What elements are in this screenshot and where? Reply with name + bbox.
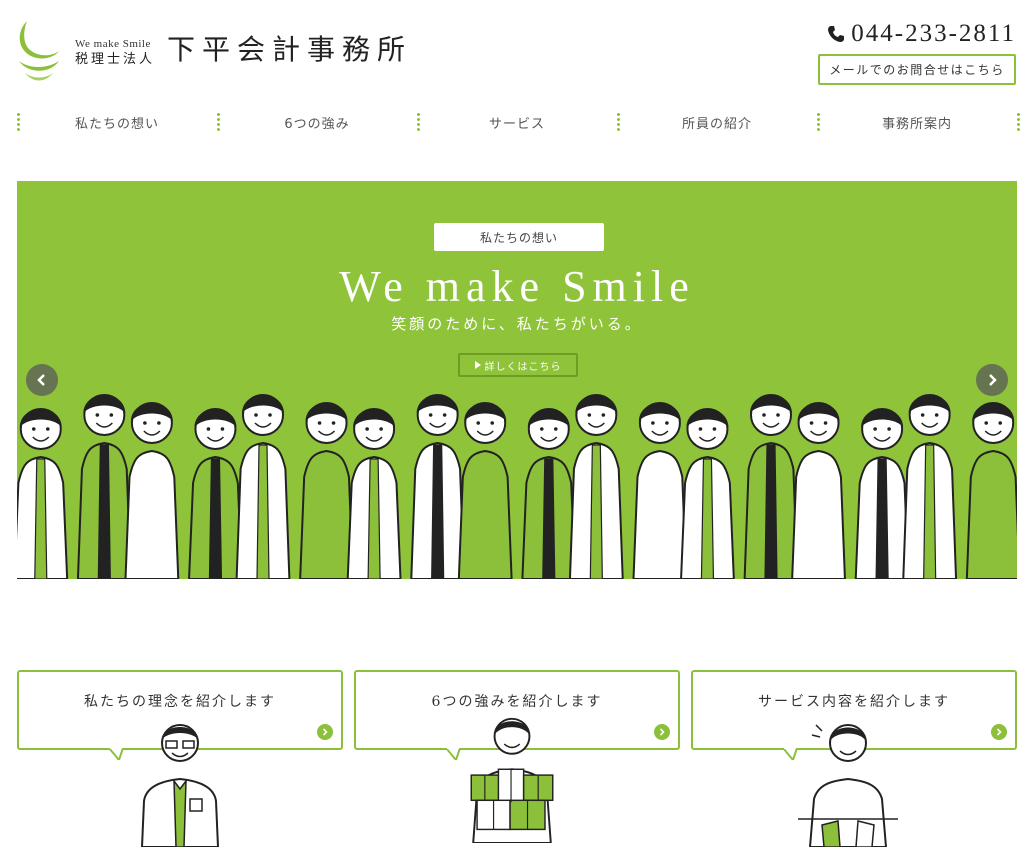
person-with-gifts-illustration — [470, 717, 554, 843]
staff-person — [632, 402, 688, 579]
logo-corp-type: 税理士法人 — [75, 51, 156, 66]
logo-name: 下平会計事務所 — [167, 35, 413, 66]
mail-contact-button[interactable]: メールでのお問合せはこちら — [818, 54, 1016, 85]
nav-item-philosophy[interactable]: 私たちの想い — [17, 108, 217, 136]
speech-tail — [109, 748, 124, 760]
person-with-documents-illustration — [798, 724, 898, 847]
card-title: サービス内容を紹介します — [758, 694, 950, 710]
staff-person — [457, 402, 513, 579]
card-title: 私たちの理念を紹介します — [84, 694, 276, 710]
staff-person — [854, 408, 910, 579]
staff-person — [410, 394, 466, 579]
staff-person — [743, 394, 799, 579]
nav-separator — [17, 112, 20, 132]
hero-slider: 私たちの想い We make Smile 笑顔のために、私たちがいる。 詳しくは… — [17, 181, 1017, 579]
site-logo[interactable]: We make Smile 税理士法人 下平会計事務所 — [15, 17, 412, 85]
man-with-tie-illustration — [140, 724, 220, 847]
nav-item-strengths[interactable]: 6つの強み — [217, 108, 417, 136]
staff-person — [76, 394, 132, 579]
nav-item-label: 事務所案内 — [881, 116, 952, 132]
nav-item-label: サービス — [488, 116, 545, 132]
phone-number-text: 044-233-2811 — [851, 20, 1016, 47]
nav-item-label: 私たちの想い — [74, 116, 159, 132]
hero-detail-label: 詳しくはこちら — [484, 361, 562, 373]
staff-person — [346, 408, 402, 579]
nav-item-label: 所員の紹介 — [681, 116, 752, 132]
nav-item-staff[interactable]: 所員の紹介 — [617, 108, 817, 136]
nav-separator — [417, 112, 420, 132]
chevron-right-circle-icon — [991, 724, 1007, 740]
chevron-left-icon — [37, 374, 45, 386]
staff-person — [568, 394, 624, 579]
staff-person — [902, 394, 958, 579]
nav-separator — [617, 112, 620, 132]
nav-item-services[interactable]: サービス — [417, 108, 617, 136]
staff-illustration — [17, 394, 1017, 579]
play-triangle-icon — [474, 361, 481, 369]
staff-person — [188, 408, 243, 579]
chevron-right-circle-icon — [654, 724, 670, 740]
staff-person — [521, 408, 577, 579]
staff-person — [965, 402, 1017, 579]
hero-subtitle: 笑顔のために、私たちがいる。 — [391, 315, 643, 333]
hero-detail-button[interactable]: 詳しくはこちら — [458, 353, 578, 377]
nav-separator — [817, 112, 820, 132]
logo-mark-icon — [19, 21, 59, 81]
nav-item-label: 6つの強み — [284, 116, 350, 132]
hero-badge: 私たちの想い — [434, 223, 604, 251]
nav-item-office[interactable]: 事務所案内 — [817, 108, 1020, 136]
chevron-right-circle-icon — [317, 724, 333, 740]
card-title: 6つの強みを紹介します — [431, 694, 603, 710]
logo-tagline: We make Smile — [75, 38, 151, 50]
phone-icon — [828, 26, 845, 42]
staff-person — [299, 402, 354, 579]
chevron-right-icon — [989, 374, 997, 386]
staff-person — [124, 402, 180, 579]
phone-number[interactable]: 044-233-2811 — [827, 20, 1016, 48]
staff-person — [17, 408, 69, 579]
hero-title: We make Smile — [339, 262, 695, 311]
slider-prev-button[interactable] — [26, 364, 58, 396]
staff-person — [235, 394, 291, 579]
nav-separator — [1017, 112, 1020, 132]
nav-separator — [217, 112, 220, 132]
slider-next-button[interactable] — [976, 364, 1008, 396]
staff-person — [680, 408, 735, 579]
main-nav: 私たちの想い 6つの強み サービス 所員の紹介 事務所案内 — [17, 108, 1020, 136]
staff-person — [791, 402, 846, 579]
